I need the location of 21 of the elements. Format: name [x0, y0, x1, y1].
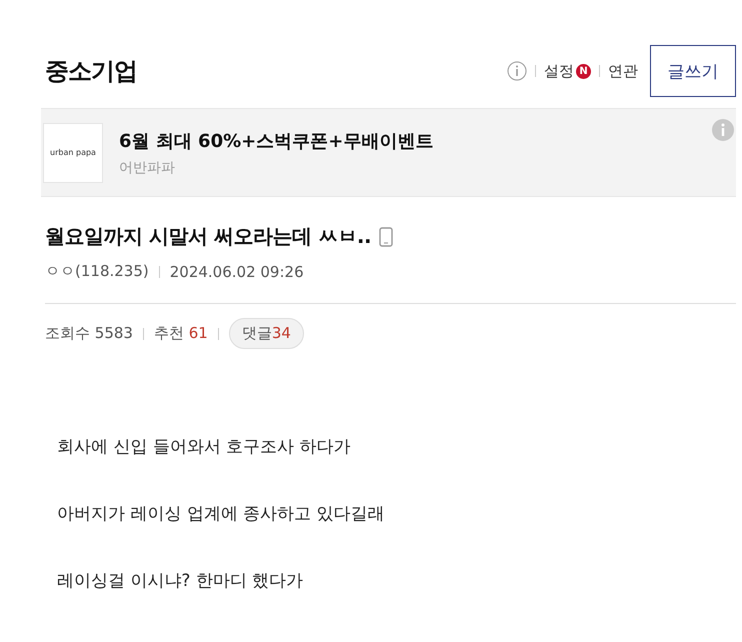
info-icon[interactable] — [712, 119, 734, 141]
body-paragraph: 아버지가 레이싱 업계에 종사하고 있다길래 — [57, 503, 386, 525]
new-badge: N — [576, 64, 591, 78]
body-paragraph: 레이싱걸 이시냐? 한마디 했다가 — [57, 570, 304, 592]
stat-text: 조회수 5583 — [45, 324, 133, 343]
post-date: 2024.06.02 09:26 — [170, 262, 304, 280]
author: ㅇㅇ(118.235) — [45, 262, 149, 281]
body-paragraph: 회사에 신입 들어와서 호구조사 하다가 — [57, 436, 352, 458]
ad-title: 6월 최대 60%+스벅쿠폰+무배이벤트 — [119, 130, 434, 152]
info-icon[interactable] — [507, 61, 527, 81]
related-link[interactable]: 연관 — [608, 62, 638, 80]
advertiser-logo: urban papa — [43, 122, 103, 182]
board-title: 중소기업 — [45, 56, 137, 87]
advertiser-name: 어반파파 — [119, 158, 176, 176]
phone-icon — [379, 226, 394, 246]
settings-link[interactable]: 설정 N — [544, 62, 591, 80]
ad-banner[interactable]: urban papa 6월 최대 60%+스벅쿠폰+무배이벤트 어반파파 — [41, 108, 736, 197]
write-button[interactable]: 글쓰기 — [650, 45, 736, 97]
stat-text: 추천 61 — [154, 324, 208, 343]
comments-button[interactable]: 댓글34 — [228, 318, 304, 349]
post-title: 월요일까지 시말서 써오라는데 ㅆㅂ.. — [45, 223, 372, 250]
